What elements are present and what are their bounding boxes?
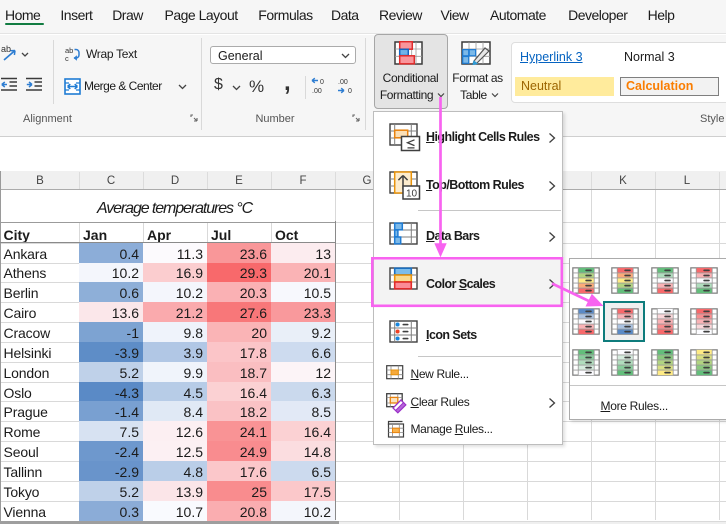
svg-text:.00: .00	[312, 88, 322, 95]
svg-text:ab: ab	[1, 44, 11, 54]
svg-text:.00: .00	[338, 79, 348, 86]
svg-text:10: 10	[406, 189, 418, 200]
svg-text:c: c	[65, 54, 69, 63]
svg-text:0: 0	[348, 88, 352, 95]
svg-text:0: 0	[320, 79, 324, 86]
